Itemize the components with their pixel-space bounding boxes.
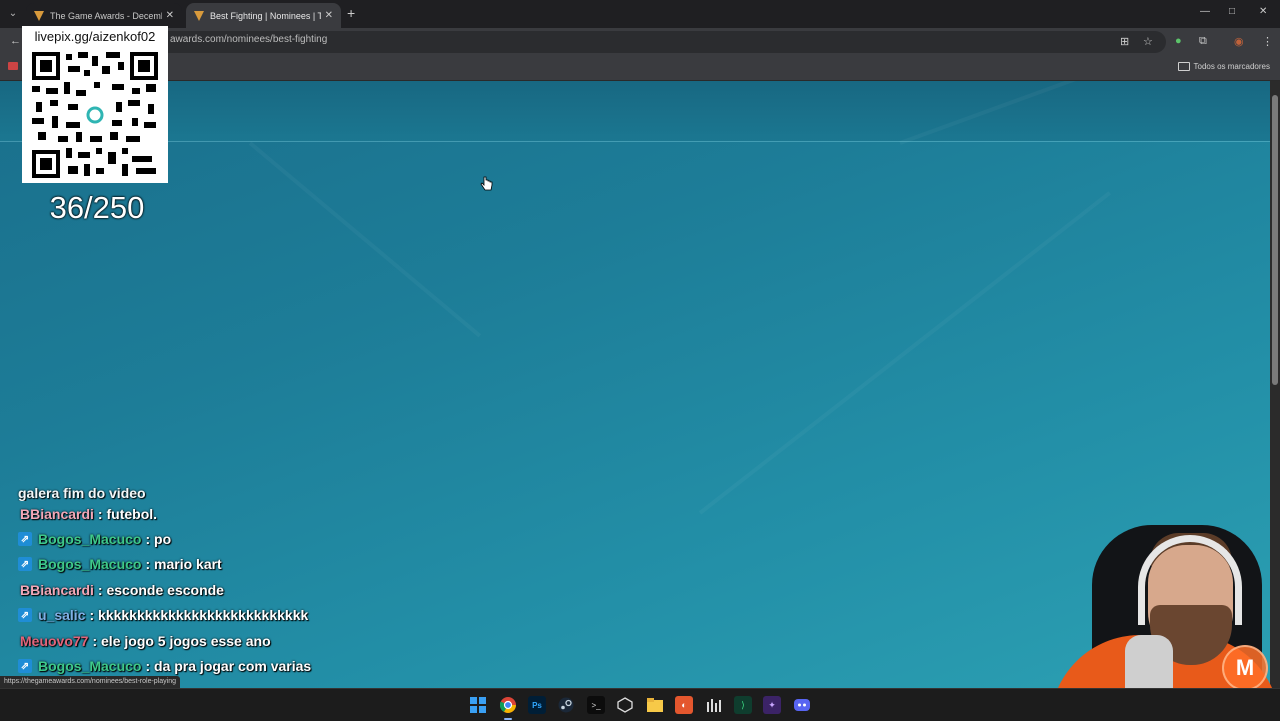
chat-text: : kkkkkkkkkkkkkkkkkkkkkkkkkkk: [89, 607, 309, 624]
chat-message: ⇗ Bogos_Macuco : mario kart: [16, 552, 376, 577]
bg-decor-line: [248, 141, 482, 338]
back-arrow-icon[interactable]: ←: [10, 35, 21, 47]
tab-search-dropdown-icon[interactable]: ⌄: [6, 7, 20, 21]
windows-start-icon[interactable]: [469, 696, 487, 714]
chat-username: Meuovo77: [20, 632, 89, 649]
tab-title: Best Fighting | Nominees | The: [210, 10, 321, 21]
chat-text: : po: [145, 531, 172, 548]
chat-username: Bogos_Macuco: [38, 556, 142, 573]
livepix-qr-panel: livepix.gg/aizenkof02: [22, 26, 168, 183]
chat-message: Meuovo77 : ele jogo 5 jogos esse ano: [16, 628, 376, 653]
chat-username: Bogos_Macuco: [38, 531, 142, 548]
bookmark-star-icon[interactable]: ☆: [1143, 35, 1153, 48]
page-header-band: [0, 81, 1270, 141]
prime-badge-icon: ⇗: [18, 608, 32, 623]
audio-app-icon[interactable]: [705, 696, 723, 714]
chat-text: : da pra jogar com varias: [145, 658, 312, 675]
chat-message: ⇗ u_salic : kkkkkkkkkkkkkkkkkkkkkkkkkkk: [16, 603, 376, 628]
app-green-icon[interactable]: ⟩: [734, 696, 752, 714]
tab-close-icon[interactable]: ✕: [166, 10, 174, 21]
qr-code-icon: [32, 52, 158, 178]
channel-logo-icon: M: [1222, 645, 1268, 691]
terminal-icon[interactable]: >_: [587, 696, 605, 714]
browser-tab-bar: ⌄ The Game Awards - December ✕ Best Figh…: [0, 0, 1280, 28]
discord-icon[interactable]: [793, 696, 811, 714]
chat-text: : ele jogo 5 jogos esse ano: [92, 632, 271, 649]
tga-favicon-icon: [194, 10, 204, 21]
chat-message: BBiancardi : esconde esconde: [16, 577, 376, 602]
header-divider: [0, 141, 1270, 142]
bookmarks-bar: Todos os marcadores: [0, 56, 1280, 81]
app-purple-icon[interactable]: ✦: [763, 696, 781, 714]
chat-username: BBiancardi: [20, 505, 94, 522]
extensions-puzzle-icon[interactable]: ⧉: [1199, 35, 1207, 48]
tab-best-fighting[interactable]: Best Fighting | Nominees | The ✕: [186, 3, 341, 28]
windows-taskbar: Ps >_ ◐ ⟩ ✦: [0, 688, 1280, 721]
chat-text: : mario kart: [145, 556, 222, 573]
stream-chat: galera fim do video BBiancardi : futebol.…: [16, 485, 376, 679]
minimize-button[interactable]: —: [1200, 6, 1210, 17]
tga-favicon-icon: [34, 10, 44, 21]
all-bookmarks-button[interactable]: Todos os marcadores: [1177, 62, 1270, 71]
chat-username: u_salic: [38, 607, 86, 624]
gmail-bookmark-icon[interactable]: [8, 62, 18, 70]
menu-kebab-icon[interactable]: ⋮: [1262, 35, 1273, 48]
chat-message: ⇗ Bogos_Macuco : po: [16, 526, 376, 551]
app-red-icon[interactable]: ◐: [675, 696, 693, 714]
prime-badge-icon: ⇗: [18, 557, 32, 572]
qr-label: livepix.gg/aizenkof02: [34, 29, 156, 44]
translate-icon[interactable]: ⊞: [1120, 35, 1129, 48]
hand-cursor-icon: [480, 176, 494, 197]
url-text[interactable]: awards.com/nominees/best-fighting: [170, 34, 327, 45]
all-bookmarks-label: Todos os marcadores: [1193, 62, 1270, 71]
chat-text: : esconde esconde: [97, 581, 224, 598]
chat-message: galera fim do video: [16, 485, 376, 501]
prime-badge-icon: ⇗: [18, 659, 32, 674]
donation-goal-counter: 36/250: [49, 190, 145, 225]
chat-message: BBiancardi : futebol.: [16, 501, 376, 526]
steam-icon[interactable]: [557, 696, 575, 714]
chat-text: galera fim do video: [18, 485, 146, 501]
photoshop-icon[interactable]: Ps: [528, 696, 546, 714]
chat-text: : futebol.: [97, 505, 158, 522]
maximize-button[interactable]: □: [1229, 6, 1235, 17]
new-tab-button[interactable]: +: [347, 6, 355, 20]
chat-message: ⇗ Bogos_Macuco : da pra jogar com varias: [16, 653, 376, 678]
tab-title: The Game Awards - December: [50, 10, 162, 21]
prime-badge-icon: ⇗: [18, 532, 32, 547]
unity-icon[interactable]: [616, 696, 634, 714]
chat-username: BBiancardi: [20, 581, 94, 598]
chat-username: Bogos_Macuco: [38, 658, 142, 675]
page-scrollbar-thumb[interactable]: [1272, 95, 1278, 385]
tab-close-icon[interactable]: ✕: [325, 10, 333, 21]
chrome-icon[interactable]: [499, 696, 517, 720]
window-close-button[interactable]: ✕: [1259, 6, 1267, 17]
profile-avatar-icon[interactable]: ◉: [1234, 35, 1244, 48]
tab-game-awards[interactable]: The Game Awards - December ✕: [26, 3, 182, 28]
bg-decor-line: [698, 191, 1111, 515]
folder-icon: [1177, 62, 1190, 71]
file-explorer-icon[interactable]: [646, 696, 664, 714]
extension-icon[interactable]: ●: [1175, 35, 1182, 47]
